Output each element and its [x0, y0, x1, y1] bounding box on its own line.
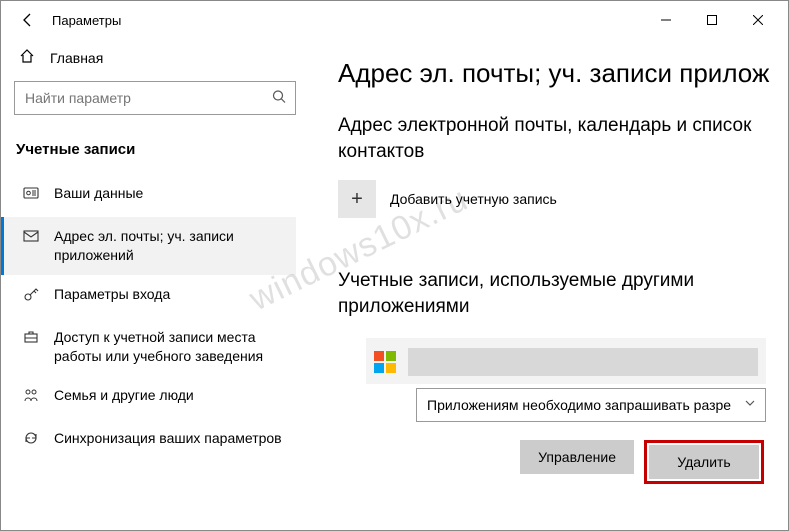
- account-permission-select[interactable]: Приложениям необходимо запрашивать разре: [416, 388, 766, 422]
- sidebar-item-label: Семья и другие люди: [54, 386, 194, 405]
- manage-button[interactable]: Управление: [520, 440, 634, 474]
- delete-button[interactable]: Удалить: [649, 445, 759, 479]
- sidebar-home-label: Главная: [50, 50, 103, 66]
- maximize-icon: [707, 15, 717, 25]
- titlebar: Параметры: [0, 0, 789, 40]
- account-select-value: Приложениям необходимо запрашивать разре: [427, 397, 731, 413]
- sidebar-item-label: Доступ к учетной записи места работы или…: [54, 328, 292, 366]
- sidebar-item-label: Ваши данные: [54, 184, 143, 203]
- family-icon: [22, 387, 40, 409]
- close-button[interactable]: [735, 4, 781, 36]
- close-icon: [753, 15, 763, 25]
- arrow-left-icon: [20, 12, 36, 28]
- window-controls: [643, 4, 781, 36]
- section-email-calendar: Адрес электронной почты, календарь и спи…: [338, 113, 789, 164]
- home-icon: [18, 48, 36, 67]
- back-button[interactable]: [8, 0, 48, 40]
- search-box: [14, 81, 296, 115]
- sidebar-item-email-accounts[interactable]: Адрес эл. почты; уч. записи приложений: [0, 217, 296, 275]
- key-icon: [22, 286, 40, 308]
- sidebar-item-sync[interactable]: Синхронизация ваших параметров: [0, 419, 296, 462]
- add-account-row[interactable]: + Добавить учетную запись: [338, 180, 789, 218]
- person-icon: [22, 185, 40, 207]
- sidebar-item-family[interactable]: Семья и другие люди: [0, 376, 296, 419]
- sidebar-item-label: Параметры входа: [54, 285, 170, 304]
- content: Адрес эл. почты; уч. записи прилож Адрес…: [310, 40, 789, 531]
- account-block: Приложениям необходимо запрашивать разре…: [366, 338, 766, 484]
- sidebar-item-label: Синхронизация ваших параметров: [54, 429, 282, 448]
- minimize-button[interactable]: [643, 4, 689, 36]
- account-actions: Управление Удалить: [366, 440, 766, 484]
- sidebar-category: Учетные записи: [16, 141, 296, 158]
- search-icon: [272, 90, 286, 107]
- plus-icon: +: [338, 180, 376, 218]
- window-title: Параметры: [52, 13, 121, 28]
- page-title: Адрес эл. почты; уч. записи прилож: [338, 58, 789, 89]
- briefcase-icon: [22, 329, 40, 351]
- account-header[interactable]: [366, 338, 766, 384]
- minimize-icon: [661, 15, 671, 25]
- section-other-apps: Учетные записи, используемые другими при…: [338, 268, 789, 319]
- sidebar-item-label: Адрес эл. почты; уч. записи приложений: [54, 227, 292, 265]
- sidebar-item-your-info[interactable]: Ваши данные: [0, 174, 296, 217]
- sidebar-item-work-access[interactable]: Доступ к учетной записи места работы или…: [0, 318, 296, 376]
- maximize-button[interactable]: [689, 4, 735, 36]
- sidebar: Главная Учетные записи Ваши данные Адрес…: [0, 40, 310, 531]
- chevron-down-icon: [745, 398, 755, 411]
- search-input[interactable]: [14, 81, 296, 115]
- sync-icon: [22, 430, 40, 452]
- microsoft-logo-icon: [374, 351, 396, 373]
- sidebar-home[interactable]: Главная: [14, 40, 296, 81]
- mail-icon: [22, 228, 40, 250]
- delete-highlight: Удалить: [644, 440, 764, 484]
- add-account-label: Добавить учетную запись: [390, 191, 557, 207]
- account-name-redacted: [408, 348, 758, 376]
- sidebar-item-signin-options[interactable]: Параметры входа: [0, 275, 296, 318]
